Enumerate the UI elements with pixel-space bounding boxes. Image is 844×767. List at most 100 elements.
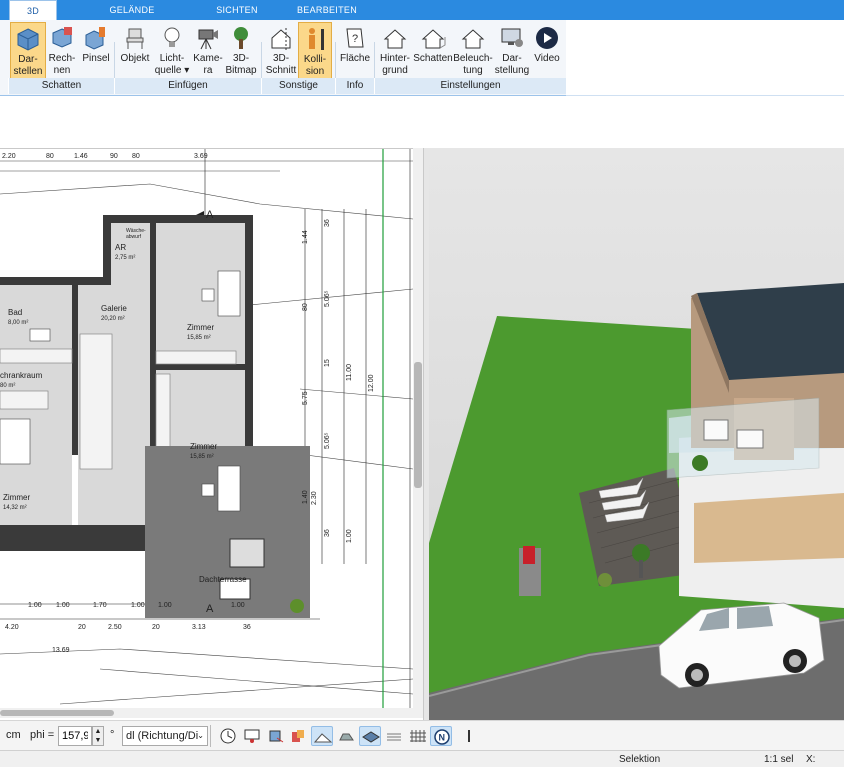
light-source-label-2: quelle ▾ (154, 65, 190, 76)
group-other: Sonstige (261, 78, 335, 94)
phi-input[interactable] (58, 726, 92, 746)
stack-icon[interactable] (383, 726, 405, 746)
calculate-button[interactable]: Rech- nen (46, 22, 78, 80)
svg-text:N: N (439, 733, 446, 743)
dim-side-6: 11.00 (346, 364, 353, 381)
chair-icon (126, 28, 144, 49)
group-settings: Einstellungen (374, 78, 566, 94)
background-label-1: Hinter- (379, 53, 410, 64)
room-zimmer1-area: 15,85 m² (187, 335, 211, 341)
dim-top-4: 90 (110, 153, 118, 160)
room-schrankraum-name: chrankraum (0, 371, 43, 380)
unit-label: cm (6, 729, 21, 741)
room-ar-area: 2,75 m² (115, 255, 135, 261)
dim-side-13: 1.00 (346, 529, 353, 543)
room-schrankraum-area: 80 m² (0, 383, 15, 389)
dim-bottom2-4: 20 (152, 624, 160, 631)
pin-icon[interactable] (458, 726, 480, 746)
3d-bitmap-button[interactable]: 3D- Bitmap (224, 22, 258, 80)
area-button[interactable]: ? Fläche (338, 22, 372, 80)
room-bad-area: 8,00 m² (8, 320, 28, 326)
dim-bottom-total: 13.69 (52, 647, 70, 654)
3d-section-label-2: Schnitt (265, 65, 297, 76)
room-bad-name: Bad (8, 308, 22, 317)
display-settings-button[interactable]: Dar- stellung (493, 22, 531, 80)
dim-side-2: 1.44 (302, 230, 309, 244)
grid-icon[interactable] (407, 726, 429, 746)
ribbon-empty-area (566, 20, 844, 96)
phi-spinner[interactable]: ▲ ▼ (92, 726, 104, 746)
dim-bottom2-2: 20 (78, 624, 86, 631)
cube-calc-icon (52, 27, 72, 48)
3d-bitmap-label-2: Bitmap (225, 65, 257, 76)
tab-sichten[interactable]: SICHTEN (201, 0, 273, 20)
dim-bottom-2: 1.00 (56, 602, 70, 609)
degree-label: ° (110, 729, 115, 741)
group-shadow: Schatten (8, 78, 114, 94)
collision-label-1: Kolli- (303, 54, 327, 65)
plan-horizontal-scroll-thumb[interactable] (0, 710, 114, 716)
monitor-gear-icon (501, 28, 523, 47)
room-galerie-name: Galerie (101, 304, 127, 313)
object-button[interactable]: Objekt (118, 22, 152, 80)
3d-section-button[interactable]: 3D- Schnitt (264, 22, 298, 80)
section-marker-bottom: A (206, 603, 214, 615)
tab-bearbeiten[interactable]: BEARBEITEN (292, 0, 362, 20)
presentation-icon[interactable] (241, 726, 263, 746)
3d-scene (429, 148, 844, 720)
light-source-button[interactable]: Licht- quelle ▾ (154, 22, 190, 80)
bottom-toolbar: cm phi = ▲▼ ° dl (Richtung/Di ⌄ N (0, 720, 844, 750)
area-question-icon: ? (346, 28, 364, 48)
person-collision-icon (309, 28, 324, 50)
collision-button[interactable]: Kolli- sion (298, 22, 332, 80)
north-icon[interactable]: N (430, 726, 452, 746)
render-button[interactable]: Dar- stellen (10, 22, 46, 80)
terrain-icon[interactable] (311, 726, 333, 746)
tab-3d[interactable]: 3D (9, 0, 57, 22)
clock-icon[interactable] (217, 726, 239, 746)
3d-bitmap-label-1: 3D- (232, 53, 250, 64)
tab-gelaende[interactable]: GELÄNDE (96, 0, 168, 20)
room-ar-name: AR (115, 243, 126, 252)
room-zimmer3-area: 14,32 m² (3, 505, 27, 511)
phi-label: phi = (30, 729, 55, 741)
brush-button[interactable]: Pinsel (80, 22, 112, 80)
direction-select[interactable]: dl (Richtung/Di ⌄ (122, 726, 208, 746)
brush-cube-icon (85, 27, 105, 50)
render-label-2: stellen (13, 66, 43, 77)
dim-side-4: 5.06⁵ (324, 290, 331, 307)
cloud-icon[interactable] (335, 726, 357, 746)
display-settings-label-1: Dar- (502, 53, 522, 64)
lighting-label-1: Beleuch- (453, 53, 493, 64)
brush-label: Pinsel (82, 53, 110, 64)
3d-view[interactable] (429, 148, 844, 720)
floor-plan-view[interactable]: AR 2,75 m² Bad 8,00 m² Galerie 20,20 m² … (0, 148, 413, 708)
direction-select-value: dl (Richtung/Di (126, 730, 199, 742)
room-galerie-area: 20,20 m² (101, 316, 125, 322)
dim-top-1: 2.20 (2, 153, 16, 160)
status-bar: Selektion 1:1 sel X: (0, 750, 844, 767)
paint-icon[interactable] (287, 726, 309, 746)
video-button[interactable]: Video (531, 22, 563, 80)
dim-bottom-6: 1.00 (231, 602, 245, 609)
dim-bottom2-3: 2.50 (108, 624, 122, 631)
dim-bottom-4: 1.00 (131, 602, 145, 609)
export-icon[interactable] (265, 726, 287, 746)
render-label-1: Dar- (18, 54, 38, 65)
camera-button[interactable]: Kame- ra (192, 22, 224, 80)
shadow-button[interactable]: Schatten (413, 22, 453, 80)
room-zimmer2-area: 15,85 m² (190, 454, 214, 460)
workspace-gap (0, 96, 844, 148)
dim-side-7: 12.00 (368, 374, 375, 392)
background-button[interactable]: Hinter- grund (377, 22, 413, 80)
display-settings-label-2: stellung (494, 65, 530, 76)
ribbon-tabbar: 3D GELÄNDE SICHTEN BEARBEITEN (0, 0, 844, 22)
plan-vertical-scroll-thumb[interactable] (414, 362, 422, 488)
lighting-button[interactable]: Beleuch- tung (453, 22, 493, 80)
dim-top-6: 3.69 (194, 153, 208, 160)
section-marker-top: A (206, 209, 214, 221)
calculate-label-1: Rech- (48, 53, 76, 64)
dim-bottom-3: 1.70 (93, 602, 107, 609)
calculate-label-2: nen (53, 65, 71, 76)
layer-icon[interactable] (359, 726, 381, 746)
